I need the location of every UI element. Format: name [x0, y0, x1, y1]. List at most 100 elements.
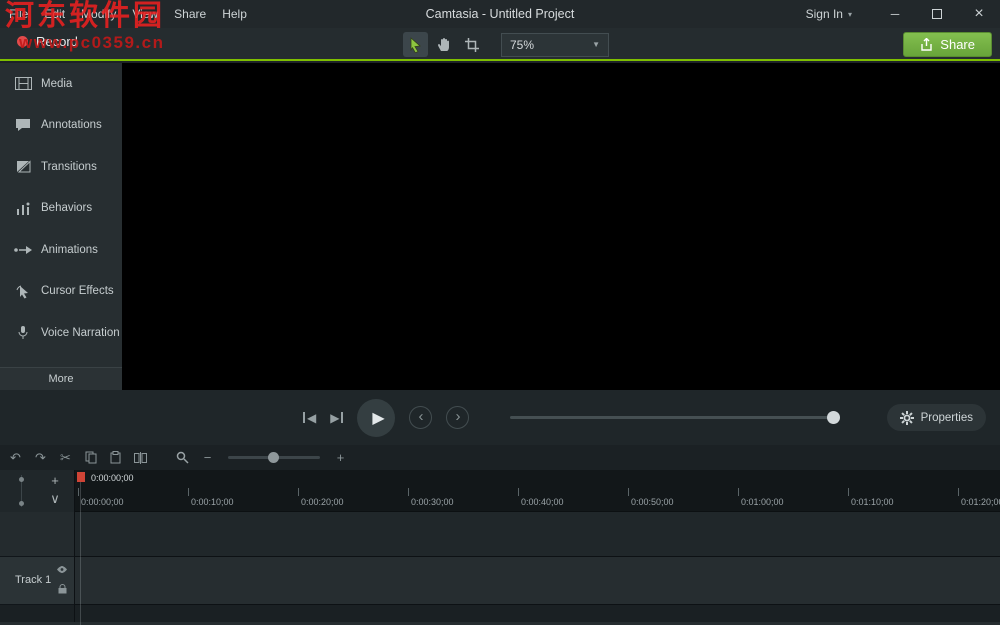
paste-button[interactable] [103, 445, 128, 470]
toolbar: Record 75% ▼ Share [0, 28, 1000, 61]
track-height-slider-handle[interactable] [19, 477, 24, 482]
menu-help[interactable]: Help [222, 7, 247, 21]
timeline-zoom-slider[interactable] [228, 456, 320, 459]
lock-icon [58, 584, 67, 594]
share-button[interactable]: Share [903, 32, 992, 57]
ruler-time-label: 0:00:00;00 [78, 497, 124, 507]
minimize-icon: ─ [891, 7, 900, 21]
timeline-zoom-slider-handle[interactable] [268, 452, 279, 463]
minimize-button[interactable]: ─ [874, 0, 916, 28]
sign-in-button[interactable]: Sign In ▾ [806, 7, 852, 21]
timeline-zoom-out-button[interactable]: − [195, 445, 220, 470]
main-area: Media Annotations Transitions Behaviors … [0, 63, 1000, 390]
split-button[interactable] [128, 445, 153, 470]
hand-icon [437, 37, 451, 52]
menu-modify[interactable]: Modify [81, 7, 116, 21]
sidebar-more-button[interactable]: More [0, 367, 122, 390]
timeline-toolbar: ↶ ↷ ✂ − + [0, 445, 1000, 470]
close-button[interactable]: × [958, 0, 1000, 28]
camtasia-window: File Edit Modify View Share Help Camtasi… [0, 0, 1000, 625]
sidebar-item-annotations[interactable]: Annotations [0, 105, 122, 147]
crop-tool-button[interactable] [459, 32, 484, 57]
sidebar-item-transitions[interactable]: Transitions [0, 146, 122, 188]
jump-forward-button[interactable]: › [446, 406, 469, 429]
timeline-tracks-area: 0:00:00;00 0:00:10;00 0:00:20;00 0:00:30… [75, 470, 1000, 625]
properties-button[interactable]: Properties [887, 404, 986, 431]
redo-button[interactable]: ↷ [28, 445, 53, 470]
play-button[interactable]: ▶ [357, 399, 395, 437]
chevron-down-icon: ▾ [848, 10, 852, 19]
menu-view[interactable]: View [132, 7, 158, 21]
timeline-zoom-in-button[interactable]: + [328, 445, 353, 470]
sidebar-item-media[interactable]: Media [0, 63, 122, 105]
playhead-handle[interactable] [77, 472, 85, 482]
record-label: Record [36, 34, 78, 49]
pan-tool-button[interactable] [431, 32, 456, 57]
titlebar-right: Sign In ▾ ─ × [806, 0, 1000, 28]
sidebar-item-cursor-effects[interactable]: Cursor Effects [0, 271, 122, 313]
copy-icon [85, 451, 97, 464]
select-tool-button[interactable] [403, 32, 428, 57]
sidebar-item-label: Media [41, 78, 72, 90]
scrub-slider-handle[interactable] [827, 411, 840, 424]
ruler-time-label: 0:00:40;00 [518, 497, 564, 507]
ruler-time-label: 0:00:50;00 [628, 497, 674, 507]
track-visibility-toggle[interactable] [57, 566, 67, 573]
timeline-ruler[interactable]: 0:00:00;00 0:00:10;00 0:00:20;00 0:00:30… [75, 470, 1000, 512]
record-dot-icon [17, 36, 28, 47]
play-icon: ▶ [372, 408, 384, 428]
menu-edit[interactable]: Edit [44, 7, 65, 21]
eye-icon [57, 566, 67, 573]
close-icon: × [974, 5, 983, 23]
magnifier-icon [176, 451, 189, 464]
track1-header[interactable]: Track 1 [0, 556, 74, 605]
sidebar-item-behaviors[interactable]: Behaviors [0, 188, 122, 230]
track-header-column: + ∨ Track 1 [0, 470, 75, 625]
ruler-time-label: 0:01:10;00 [848, 497, 894, 507]
copy-button[interactable] [78, 445, 103, 470]
step-bar-icon [341, 412, 343, 423]
preview-scrub-slider[interactable] [510, 416, 840, 419]
transport-controls: ◀ ▶ ▶ ‹ › [303, 390, 469, 445]
plus-icon: + [51, 473, 59, 488]
sidebar-item-label: Behaviors [41, 202, 92, 214]
jump-back-button[interactable]: ‹ [409, 406, 432, 429]
collapse-tracks-button[interactable]: ∨ [45, 490, 65, 507]
lane-empty [75, 512, 1000, 556]
share-upload-icon [920, 38, 933, 51]
animations-icon [13, 245, 33, 255]
track1-lane[interactable] [75, 556, 1000, 605]
ruler-time-label: 0:00:10;00 [188, 497, 234, 507]
ruler-time-label: 0:00:20;00 [298, 497, 344, 507]
record-button[interactable]: Record [17, 34, 78, 49]
ruler-time-label: 0:01:20;00 [958, 497, 1000, 507]
cut-button[interactable]: ✂ [53, 445, 78, 470]
track-name-label: Track 1 [15, 574, 51, 586]
previous-frame-button[interactable]: ◀ [303, 411, 316, 425]
timeline-zoom-button[interactable] [170, 445, 195, 470]
chevron-left-icon: ‹ [418, 408, 423, 425]
sidebar-item-voice-narration[interactable]: Voice Narration [0, 312, 122, 354]
maximize-button[interactable] [916, 0, 958, 28]
sidebar-item-label: Animations [41, 244, 98, 256]
gear-icon [900, 411, 914, 425]
playback-bar: ◀ ▶ ▶ ‹ › Properties [0, 390, 1000, 445]
track-height-slider[interactable] [19, 475, 24, 507]
undo-button[interactable]: ↶ [3, 445, 28, 470]
chevron-right-icon: › [455, 408, 460, 425]
zoom-level-dropdown[interactable]: 75% ▼ [501, 33, 609, 57]
sidebar-item-label: Cursor Effects [41, 285, 114, 297]
sidebar-item-animations[interactable]: Animations [0, 229, 122, 271]
add-track-button[interactable]: + [45, 472, 65, 489]
menu-share[interactable]: Share [174, 7, 206, 21]
cursor-effects-icon [13, 284, 33, 299]
track-lock-toggle[interactable] [58, 584, 67, 594]
timeline-body: + ∨ Track 1 0:00:00;00 [0, 470, 1000, 625]
minus-icon: − [204, 450, 212, 465]
next-frame-button[interactable]: ▶ [330, 411, 343, 425]
tools-sidebar: Media Annotations Transitions Behaviors … [0, 63, 122, 390]
ruler-time-label: 0:00:30;00 [408, 497, 454, 507]
menu-file[interactable]: File [9, 7, 28, 21]
properties-label: Properties [921, 412, 973, 424]
chevron-down-icon: ∨ [50, 491, 60, 507]
